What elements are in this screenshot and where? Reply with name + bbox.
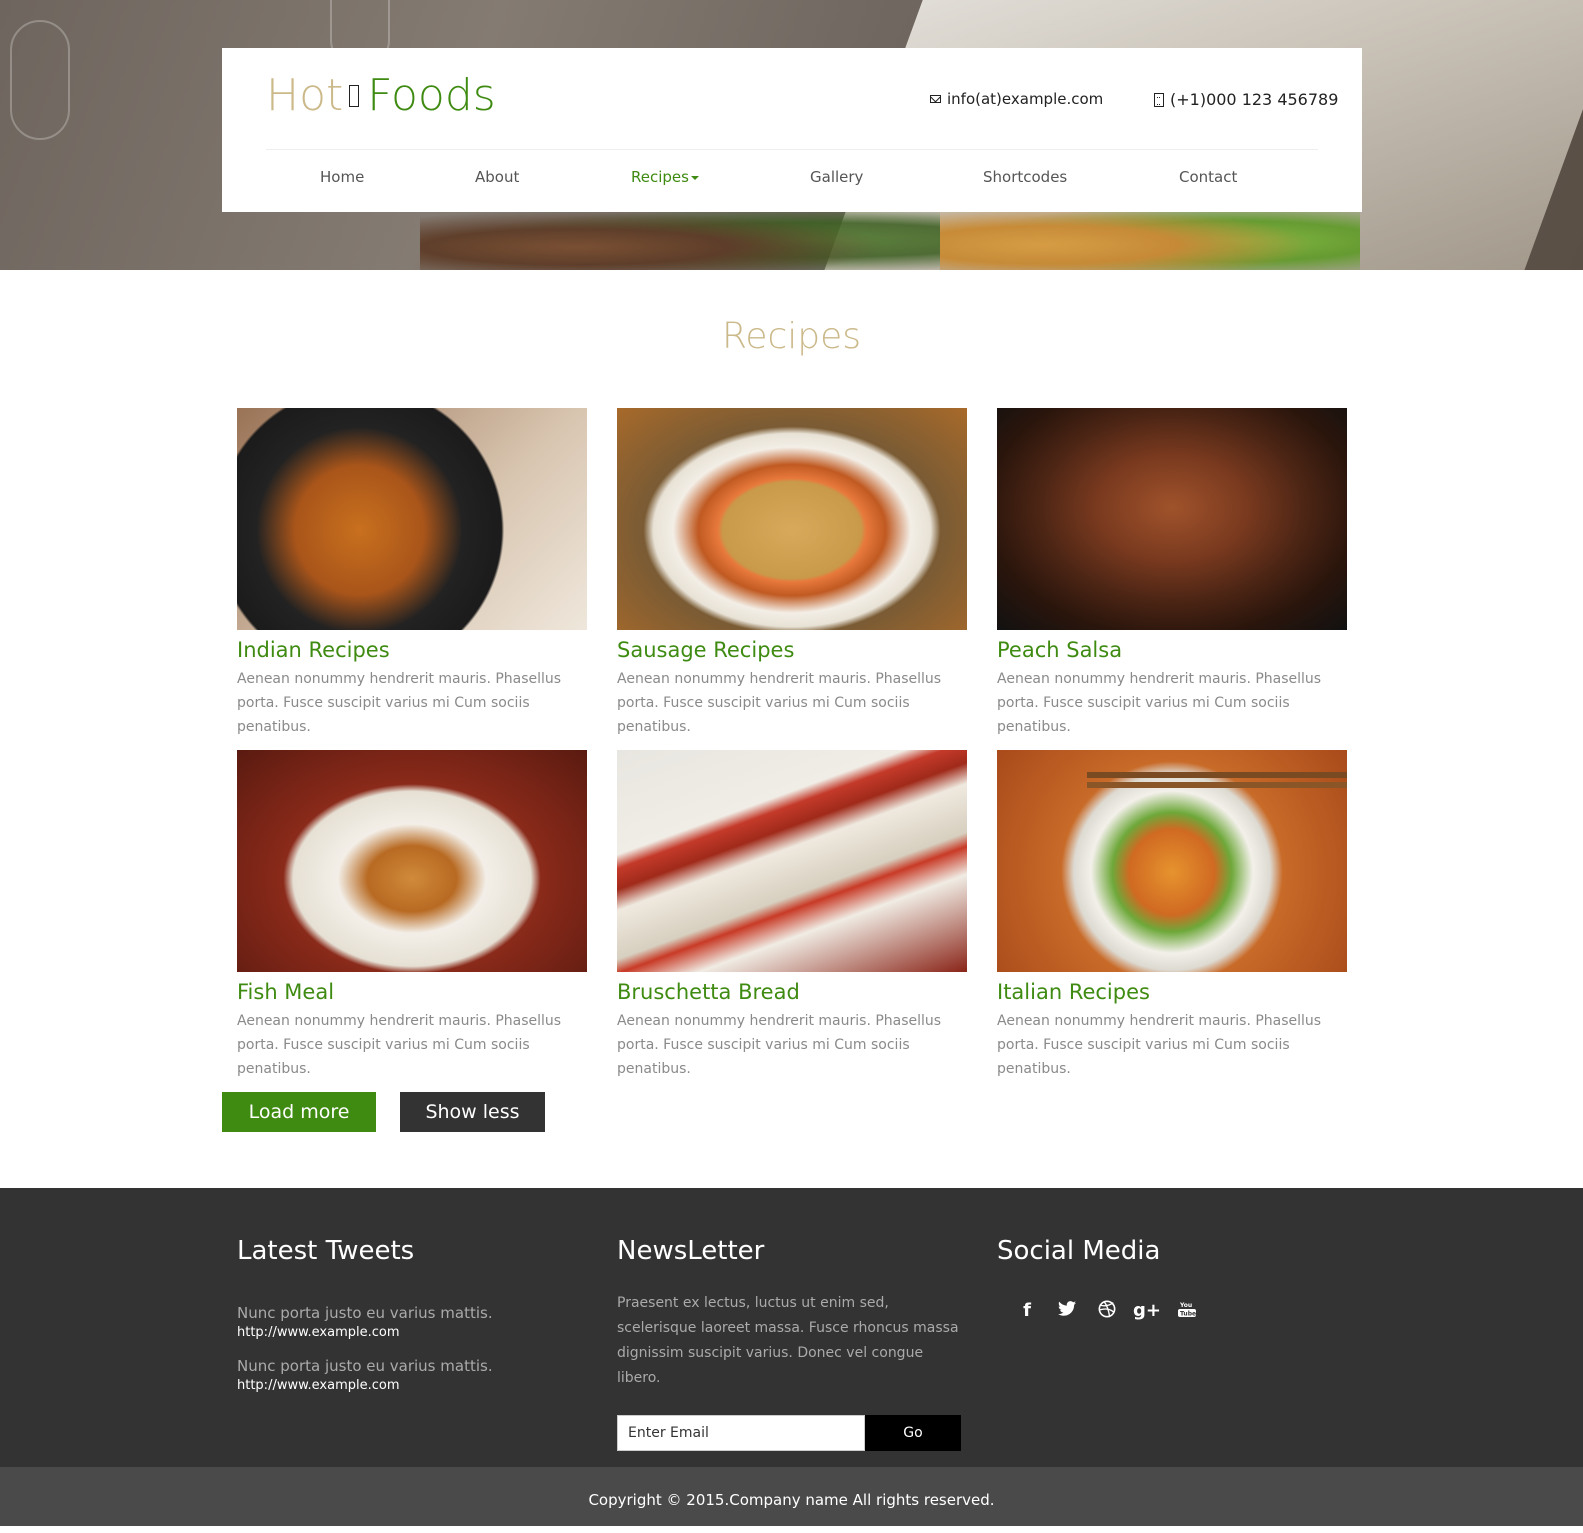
tweet-link[interactable]: http://www.example.com (237, 1325, 493, 1340)
recipe-description: Aenean nonummy hendrerit mauris. Phasell… (237, 1013, 562, 1077)
nav-divider (266, 149, 1318, 150)
social-media: Social Media f g+ You Tube (997, 1236, 1207, 1323)
recipe-title[interactable]: Sausage Recipes (617, 638, 967, 662)
recipe-title[interactable]: Peach Salsa (997, 638, 1347, 662)
tweet-link[interactable]: http://www.example.com (237, 1378, 493, 1393)
tweet-text: Nunc porta justo eu varius mattis. (237, 1357, 493, 1375)
site-header: Hot Foods info(at)example.com (+1)000 123… (222, 48, 1362, 212)
nav-item-contact[interactable]: Contact (1179, 168, 1237, 186)
contact-phone-text: (+1)000 123 456789 (1170, 90, 1339, 109)
recipe-title[interactable]: Italian Recipes (997, 980, 1347, 1004)
google-plus-icon[interactable]: g+ (1127, 1300, 1167, 1323)
twitter-icon[interactable] (1047, 1300, 1087, 1323)
social-icons: f g+ You Tube (1007, 1300, 1207, 1323)
contact-phone: (+1)000 123 456789 (1154, 90, 1338, 109)
site-logo[interactable]: Hot Foods (266, 70, 496, 121)
recipe-card[interactable]: Italian Recipes Aenean nonummy hendrerit… (997, 750, 1347, 1081)
main-nav: Home About Recipes Gallery Shortcodes Co… (222, 164, 1362, 194)
chopsticks-image (1087, 782, 1347, 788)
recipe-image[interactable] (617, 408, 967, 630)
social-media-title: Social Media (997, 1236, 1161, 1266)
recipe-description: Aenean nonummy hendrerit mauris. Phasell… (237, 671, 562, 735)
recipe-title[interactable]: Bruschetta Bread (617, 980, 967, 1004)
recipe-image[interactable] (997, 408, 1347, 630)
go-button[interactable]: Go (865, 1415, 961, 1451)
recipe-description: Aenean nonummy hendrerit mauris. Phasell… (997, 671, 1322, 735)
recipe-title[interactable]: Fish Meal (237, 980, 587, 1004)
chopsticks-image (1087, 772, 1347, 778)
latest-tweets-title: Latest Tweets (237, 1236, 415, 1266)
newsletter-text: Praesent ex lectus, luctus ut enim sed, … (617, 1295, 959, 1386)
load-more-button[interactable]: Load more (222, 1092, 376, 1132)
contact-email: info(at)example.com (930, 90, 1103, 108)
tweet-text: Nunc porta justo eu varius mattis. (237, 1304, 493, 1322)
recipe-image[interactable] (617, 750, 967, 972)
recipe-description: Aenean nonummy hendrerit mauris. Phasell… (997, 1013, 1322, 1077)
hero-glass-image (10, 20, 70, 140)
copyright: Copyright © 2015.Company name All rights… (0, 1467, 1583, 1526)
svg-text:You: You (1179, 1302, 1192, 1309)
phone-icon (1154, 92, 1164, 107)
recipe-card[interactable]: Peach Salsa Aenean nonummy hendrerit mau… (997, 408, 1347, 739)
tweet-item: Nunc porta justo eu varius mattis. http:… (237, 1304, 493, 1340)
dribbble-icon[interactable] (1087, 1300, 1127, 1323)
nav-item-home[interactable]: Home (320, 168, 364, 186)
nav-item-gallery[interactable]: Gallery (810, 168, 863, 186)
site-footer: Latest Tweets Nunc porta justo eu varius… (0, 1188, 1583, 1467)
nav-item-shortcodes[interactable]: Shortcodes (983, 168, 1067, 186)
tweet-item: Nunc porta justo eu varius mattis. http:… (237, 1357, 493, 1393)
youtube-icon[interactable]: You Tube (1167, 1300, 1207, 1323)
nav-item-recipes-label: Recipes (631, 168, 689, 186)
facebook-icon[interactable]: f (1007, 1300, 1047, 1323)
newsletter-form: Go (617, 1415, 967, 1451)
recipe-image[interactable] (237, 408, 587, 630)
hero-food-image (420, 205, 940, 270)
nav-item-recipes[interactable]: Recipes (631, 168, 699, 186)
section-title: Recipes (721, 316, 862, 357)
envelope-icon (930, 95, 941, 103)
latest-tweets: Latest Tweets Nunc porta justo eu varius… (237, 1236, 493, 1393)
recipe-card[interactable]: Fish Meal Aenean nonummy hendrerit mauri… (237, 750, 587, 1081)
logo-glyph-icon (349, 85, 360, 107)
recipe-card[interactable]: Sausage Recipes Aenean nonummy hendrerit… (617, 408, 967, 739)
email-input[interactable] (617, 1415, 865, 1451)
newsletter: NewsLetter Praesent ex lectus, luctus ut… (617, 1236, 967, 1451)
recipe-description: Aenean nonummy hendrerit mauris. Phasell… (617, 1013, 942, 1077)
show-less-button[interactable]: Show less (400, 1092, 545, 1132)
recipe-description: Aenean nonummy hendrerit mauris. Phasell… (617, 671, 942, 735)
caret-down-icon (690, 175, 699, 180)
recipe-card[interactable]: Bruschetta Bread Aenean nonummy hendreri… (617, 750, 967, 1081)
recipe-card[interactable]: Indian Recipes Aenean nonummy hendrerit … (237, 408, 587, 739)
recipe-image[interactable] (997, 750, 1347, 972)
recipe-title[interactable]: Indian Recipes (237, 638, 587, 662)
recipe-image[interactable] (237, 750, 587, 972)
logo-foods: Foods (367, 70, 496, 121)
nav-item-about[interactable]: About (475, 168, 519, 186)
newsletter-title: NewsLetter (617, 1236, 765, 1266)
svg-text:Tube: Tube (1180, 1311, 1196, 1318)
contact-email-text: info(at)example.com (947, 90, 1104, 108)
logo-hot: Hot (266, 70, 344, 121)
